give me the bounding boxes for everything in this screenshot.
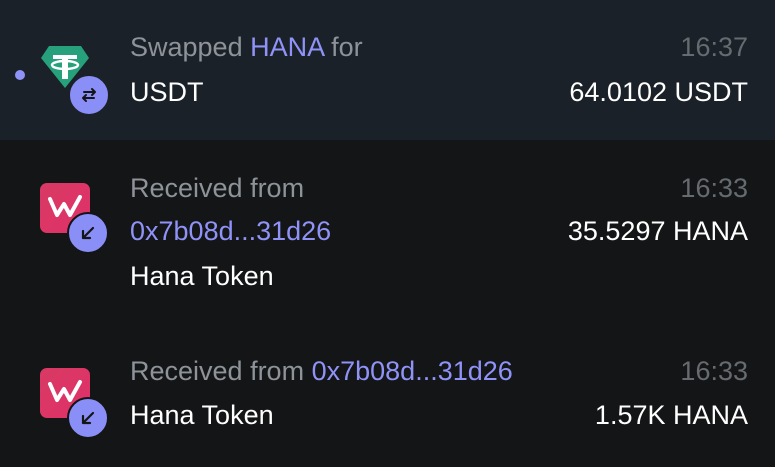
arrow-down-left-icon xyxy=(67,397,109,439)
transaction-swap[interactable]: Swapped HANA for 16:37 USDT 64.0102 USDT xyxy=(0,0,775,140)
swap-prefix: Swapped xyxy=(130,32,243,62)
transaction-title: Swapped HANA for xyxy=(130,32,363,63)
received-from-label: Received from xyxy=(130,173,305,203)
unread-dot xyxy=(15,70,25,80)
transaction-time: 16:33 xyxy=(680,356,748,386)
transaction-title: Received from 0x7b08d...31d26 xyxy=(130,356,513,387)
token-name: Hana Token xyxy=(130,261,274,291)
sender-address-link[interactable]: 0x7b08d...31d26 xyxy=(312,356,513,386)
sender-address-link[interactable]: 0x7b08d...31d26 xyxy=(130,216,331,247)
token-link[interactable]: HANA xyxy=(250,32,324,62)
transaction-amount: 64.0102 USDT xyxy=(569,77,748,107)
target-token: USDT xyxy=(130,77,204,107)
token-name: Hana Token xyxy=(130,400,274,430)
transaction-amount: 1.57K HANA xyxy=(594,400,748,430)
transaction-receive[interactable]: Received from 0x7b08d...31d26 16:33 Hana… xyxy=(0,315,775,467)
arrow-down-left-icon xyxy=(67,212,109,254)
transaction-time: 16:33 xyxy=(680,173,748,203)
transaction-amount: 35.5297 HANA xyxy=(567,216,748,246)
transaction-time: 16:37 xyxy=(680,32,748,62)
swap-suffix: for xyxy=(331,32,363,62)
transaction-avatar xyxy=(40,183,120,263)
transaction-avatar xyxy=(40,368,120,448)
swap-arrows-icon xyxy=(68,74,110,116)
received-from-label: Received from xyxy=(130,356,305,386)
transaction-avatar xyxy=(40,44,120,124)
transaction-receive[interactable]: Received from 16:33 0x7b08d...31d26 35.5… xyxy=(0,140,775,315)
